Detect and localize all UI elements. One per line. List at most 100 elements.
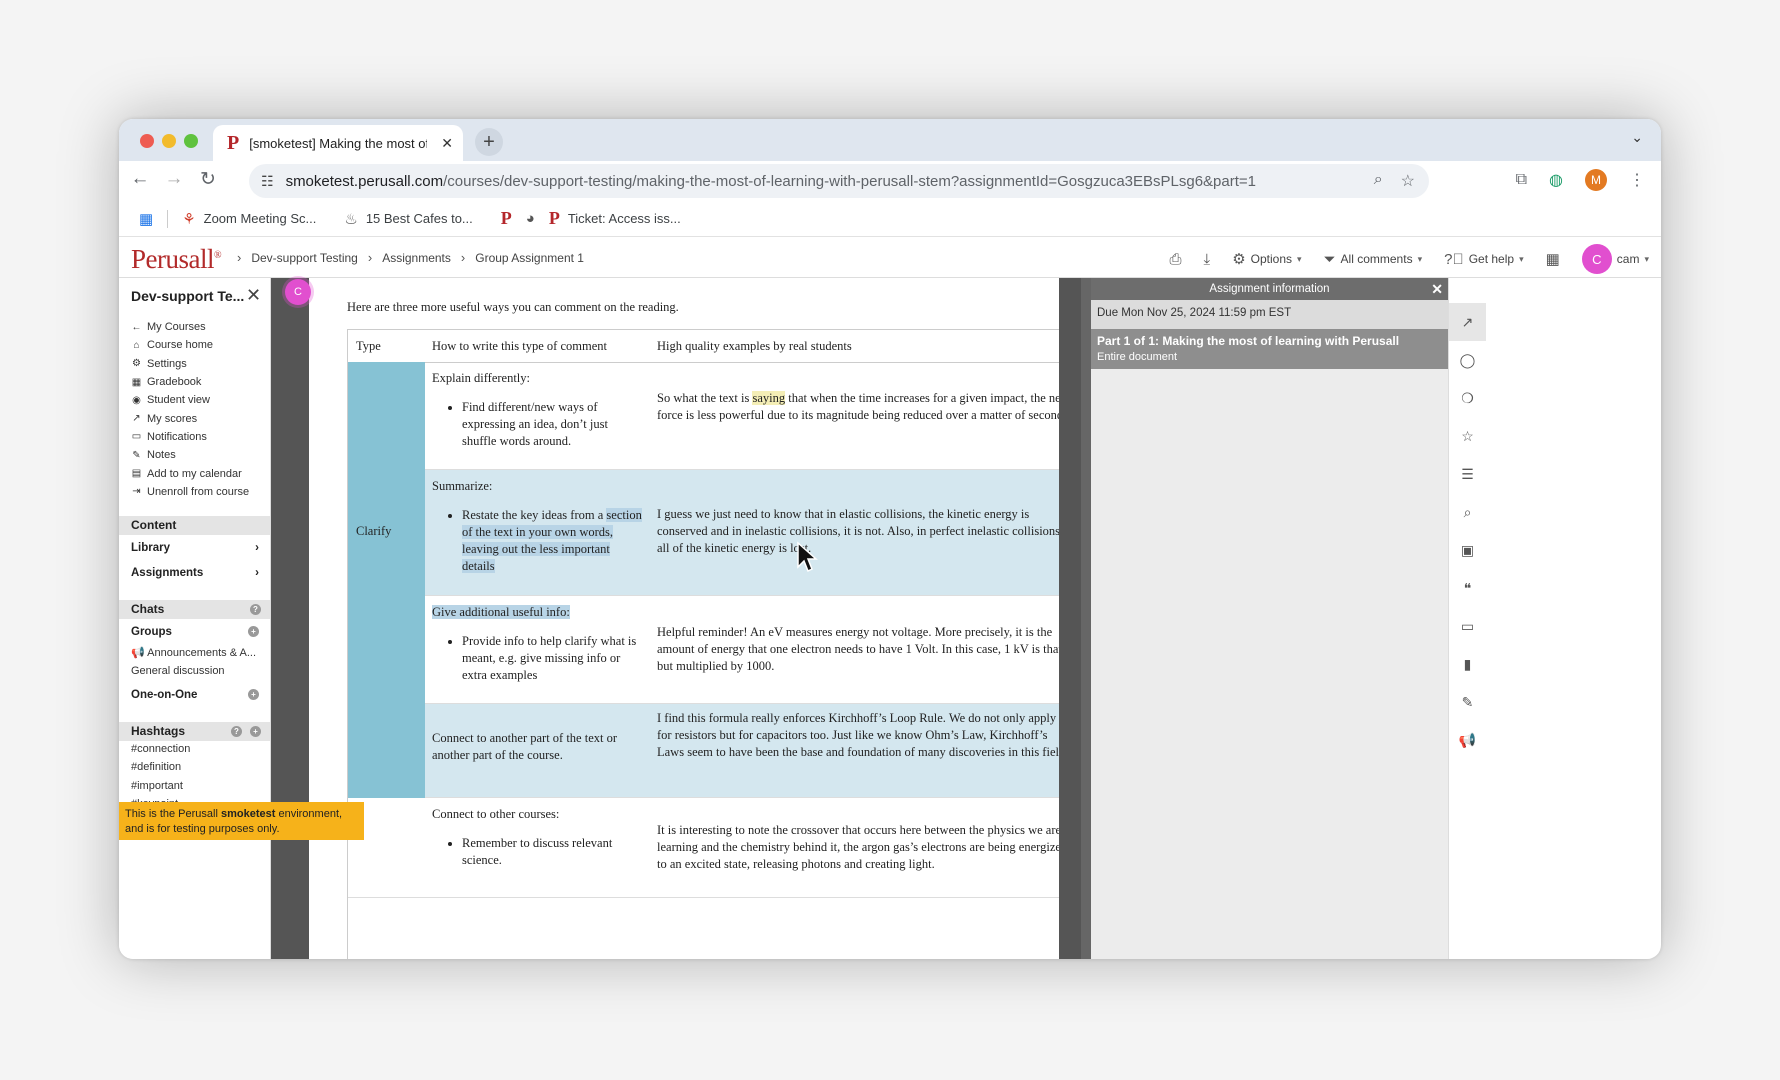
bookmark-globe[interactable]: ◕ [526, 210, 535, 227]
sidebar-link-icon: ⌂ [133, 339, 140, 351]
chat-general[interactable]: General discussion [131, 665, 225, 677]
hashtag-item[interactable]: #important [131, 780, 183, 792]
type-label: Clarify [356, 524, 392, 538]
search-icon[interactable]: ⌕ [1449, 504, 1486, 521]
breadcrumb-course[interactable]: Dev-support Testing [251, 251, 358, 265]
close-panel-icon[interactable]: ✕ [1431, 278, 1443, 300]
bookmark-star-icon[interactable]: ☆ [1401, 171, 1415, 191]
comments-filter-menu[interactable]: ⏷ All comments ▾ [1324, 251, 1423, 268]
sidebar-link-label: My Courses [147, 321, 206, 334]
caret-down-icon: ▾ [1297, 253, 1302, 264]
perusall-logo[interactable]: Perusall® [131, 244, 222, 275]
document-intro: Here are three more useful ways you can … [347, 300, 679, 314]
chevron-right-icon: › [255, 542, 259, 554]
sidebar-link[interactable]: ← My Courses [131, 318, 249, 336]
hashtag-item[interactable]: #connection [131, 743, 190, 755]
chats-help-icon[interactable]: ? [250, 604, 261, 615]
download-icon[interactable]: ⤓ [1204, 251, 1211, 268]
hashtag-item[interactable]: #definition [131, 761, 181, 773]
selected-text-highlight[interactable]: Give additional useful info: [432, 605, 570, 619]
sidebar-link[interactable]: ◉ Student view [131, 391, 249, 409]
table-row: Connect to another part of the text or a… [425, 704, 1059, 798]
comment-type-description: Connect to other courses: Remember to di… [432, 806, 642, 869]
cafe-bookmark-icon: ♨ [344, 210, 358, 228]
bookmark-zoom[interactable]: ⚘ Zoom Meeting Sc... [182, 210, 316, 228]
hashtags-help-icon[interactable]: ? [231, 726, 242, 737]
due-date: Due Mon Nov 25, 2024 11:59 pm EST [1091, 300, 1448, 329]
inbox-icon[interactable]: ▭ [1449, 618, 1486, 635]
quote-icon[interactable]: ❝ [1449, 580, 1486, 597]
bookmark-perusall[interactable]: P [501, 208, 512, 229]
sidebar-link[interactable]: ⌂ Course home [131, 336, 249, 354]
back-button[interactable]: ← [127, 168, 153, 190]
sidebar-item-assignments[interactable]: Assignments › [131, 567, 259, 579]
conversations-icon[interactable]: ❍ [1449, 390, 1486, 407]
minimize-window-button[interactable] [162, 134, 176, 148]
sync-extension-icon[interactable]: ◍ [1549, 170, 1563, 190]
new-tab-button[interactable]: + [475, 128, 503, 156]
apps-grid-icon[interactable]: ▦ [1546, 250, 1560, 268]
help-menu[interactable]: ?⃝ Get help ▾ [1444, 251, 1524, 268]
assignment-info-panel: Assignment information ✕ Due Mon Nov 25,… [1091, 278, 1448, 959]
print-icon[interactable]: ⎙ [1170, 251, 1182, 268]
add-hashtag-icon[interactable]: + [250, 726, 261, 737]
profile-avatar[interactable]: M [1585, 169, 1607, 191]
sidebar-link[interactable]: ↗ My scores [131, 409, 249, 427]
sidebar-link[interactable]: ✎ Notes [131, 446, 249, 464]
bookmarks-divider [167, 209, 169, 228]
reload-button[interactable]: ↻ [195, 168, 221, 191]
apps-grid-icon[interactable]: ▦ [139, 210, 153, 228]
options-menu[interactable]: ⚙ Options ▾ [1232, 250, 1301, 268]
comment-avatar-marker[interactable]: C [285, 279, 311, 305]
site-info-icon[interactable]: ☷ [261, 173, 274, 190]
close-sidebar-icon[interactable]: ✕ [246, 285, 261, 306]
maximize-window-button[interactable] [184, 134, 198, 148]
chevron-right-icon: › [255, 567, 259, 579]
student-example: It is interesting to note the crossover … [657, 823, 1059, 871]
tab-title: [smoketest] Making the most of learning … [249, 135, 427, 151]
tab-close-icon[interactable]: ✕ [441, 135, 453, 152]
question-circle-icon: ?⃝ [1444, 250, 1464, 268]
add-group-icon[interactable]: + [248, 626, 259, 637]
sidebar-item-one-on-one[interactable]: One-on-One + [131, 689, 259, 701]
chat-announcements[interactable]: 📢 Announcements & A... [131, 646, 256, 659]
browser-menu-icon[interactable]: ⋮ [1629, 170, 1645, 190]
list-icon[interactable]: ☰ [1449, 466, 1486, 483]
comment-icon[interactable]: ◯ [1449, 352, 1486, 369]
viewer-gutter-right [1059, 278, 1081, 959]
breadcrumb-assignments[interactable]: Assignments [382, 251, 451, 265]
sidebar-item-library[interactable]: Library › [131, 542, 259, 554]
star-icon[interactable]: ☆ [1449, 428, 1486, 445]
zoom-icon[interactable]: ⌕ [1374, 171, 1383, 191]
forward-button[interactable]: → [161, 168, 187, 190]
sidebar-link[interactable]: ▤ Add to my calendar [131, 464, 249, 482]
caret-down-icon: ▾ [1417, 253, 1423, 264]
user-menu[interactable]: Ccam ▾ [1581, 244, 1649, 274]
document-page[interactable]: Here are three more useful ways you can … [309, 278, 1059, 959]
bookmark-ticket[interactable]: P Ticket: Access iss... [549, 208, 681, 229]
bookmark-cafes[interactable]: ♨ 15 Best Cafes to... [344, 210, 472, 228]
sidebar-link-icon: ▭ [131, 431, 142, 443]
browser-tab[interactable]: P [smoketest] Making the most of learnin… [213, 125, 463, 161]
highlighted-annotation[interactable]: saying [752, 391, 786, 405]
sidebar-link[interactable]: ⚙ Settings [131, 355, 249, 373]
sidebar-item-groups[interactable]: Groups + [131, 626, 259, 638]
sidebar-link[interactable]: ⇥ Unenroll from course [131, 483, 249, 501]
sidebar-link[interactable]: ▦ Gradebook [131, 373, 249, 391]
contacts-icon[interactable]: ▣ [1449, 542, 1486, 559]
address-bar[interactable]: ☷ smoketest.perusall.com/courses/dev-sup… [249, 164, 1429, 198]
bookmark-icon[interactable]: ▮ [1449, 656, 1486, 673]
assignment-part[interactable]: Part 1 of 1: Making the most of learning… [1091, 329, 1448, 369]
extensions-icon[interactable]: ⧉ [1516, 171, 1527, 189]
add-one-on-one-icon[interactable]: + [248, 689, 259, 700]
analytics-icon[interactable]: ↗ [1449, 303, 1486, 341]
caret-down-icon: ▾ [1644, 253, 1649, 264]
tab-search-chevron-icon[interactable]: ⌄ [1631, 129, 1643, 146]
sidebar-link-icon: ◉ [132, 394, 141, 406]
breadcrumb-assignment[interactable]: Group Assignment 1 [475, 251, 584, 265]
close-window-button[interactable] [140, 134, 154, 148]
announcement-icon[interactable]: 📢 [1449, 732, 1486, 749]
chevron-right-icon: › [460, 250, 466, 265]
pencil-icon[interactable]: ✎ [1449, 694, 1486, 711]
sidebar-link[interactable]: ▭ Notifications [131, 428, 249, 446]
